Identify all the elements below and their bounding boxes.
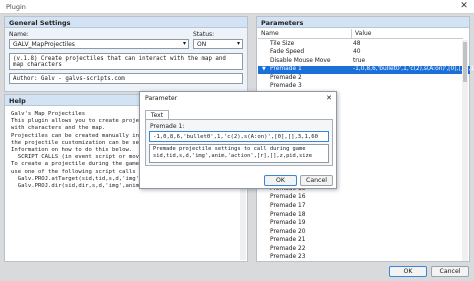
- ok-button[interactable]: OK: [389, 266, 427, 277]
- parameter-row[interactable]: Premade 18: [258, 211, 470, 220]
- parameter-name: Premade 1: [270, 66, 302, 73]
- parameter-name: Fade Speed: [270, 49, 305, 56]
- parameter-value: 40: [353, 49, 361, 56]
- parameter-name: Premade 22: [270, 245, 306, 252]
- parameter-row[interactable]: Premade 21: [258, 237, 470, 246]
- parameter-row[interactable]: Premade 23: [258, 254, 470, 263]
- premade-value-input[interactable]: -1,0,8,6,'bullet0',1,'c(2),s(A:on)',[0],…: [149, 131, 329, 142]
- parameters-scrollbar[interactable]: [462, 40, 468, 261]
- parameter-row[interactable]: Premade 20: [258, 228, 470, 237]
- name-label: Name:: [9, 31, 29, 38]
- parameter-name: Premade 3: [270, 83, 302, 90]
- parameters-scrollbar-thumb[interactable]: [463, 42, 467, 82]
- window-titlebar: Plugin ✕: [0, 0, 474, 14]
- window-close-icon[interactable]: ✕: [458, 1, 470, 12]
- plugin-name-value: GALV_MapProjectiles: [13, 41, 75, 48]
- parameter-row[interactable]: Tile Size 48: [258, 40, 470, 49]
- plugin-author-box: Author: Galv - galvs-scripts.com: [9, 73, 243, 84]
- status-select[interactable]: ON ▾: [193, 39, 243, 49]
- parameter-row[interactable]: Fade Speed 40: [258, 49, 470, 58]
- parameter-name: Premade 21: [270, 237, 306, 244]
- status-label: Status:: [193, 31, 215, 38]
- parameter-name: Premade 18: [270, 211, 306, 218]
- general-settings-panel: General Settings Name: GALV_MapProjectil…: [4, 16, 248, 92]
- parameter-description-box: Premade projectile settings to call duri…: [149, 144, 329, 163]
- parameter-name: Premade 23: [270, 254, 306, 261]
- parameter-row[interactable]: Premade 16: [258, 194, 470, 203]
- parameter-row[interactable]: Premade 2: [258, 74, 470, 83]
- parameter-name: Tile Size: [270, 40, 295, 47]
- parameter-value: -1,0,8,6,'bullet0',1,'c(2),s(A:on)',[0],…: [353, 66, 474, 73]
- field-label: Premade 1:: [150, 123, 185, 130]
- general-settings-header: General Settings: [5, 17, 247, 28]
- cancel-button[interactable]: Cancel: [431, 266, 469, 277]
- chevron-down-icon: ▾: [182, 40, 186, 47]
- column-header-name[interactable]: Name: [258, 29, 351, 39]
- parameter-name: Disable Mouse Move: [270, 57, 331, 64]
- parameter-name: Premade 17: [270, 202, 306, 209]
- parameter-row[interactable]: Disable Mouse Move true: [258, 57, 470, 66]
- dialog-close-icon[interactable]: ✕: [326, 94, 332, 102]
- parameter-value: true: [353, 57, 366, 64]
- parameter-row[interactable]: Premade 19: [258, 220, 470, 229]
- parameters-header: Parameters: [257, 17, 469, 28]
- parameter-row[interactable]: Premade 17: [258, 202, 470, 211]
- parameter-row[interactable]: ▼ Premade 1 -1,0,8,6,'bullet0',1,'c(2),s(A…: [258, 65, 474, 75]
- parameter-name: Premade 20: [270, 228, 306, 235]
- window-title: Plugin: [6, 3, 26, 11]
- plugin-description-box: (v.1.8) Create projectiles that can inte…: [9, 53, 243, 70]
- parameter-name: Premade 19: [270, 220, 306, 227]
- parameter-dialog: Parameter ✕ Text Premade 1: -1,0,8,6,'bu…: [139, 91, 337, 189]
- dialog-title: Parameter: [145, 95, 178, 102]
- plugin-name-select[interactable]: GALV_MapProjectiles ▾: [9, 39, 189, 49]
- parameter-row[interactable]: Premade 3: [258, 83, 470, 92]
- status-value: ON: [197, 41, 207, 48]
- chevron-down-icon: ▾: [236, 40, 240, 47]
- column-header-value[interactable]: Value: [351, 29, 463, 39]
- parameter-name: Premade 16: [270, 194, 306, 201]
- dialog-ok-button[interactable]: OK: [264, 175, 297, 186]
- dialog-cancel-button[interactable]: Cancel: [300, 175, 333, 186]
- expand-arrow-icon: ▼: [262, 65, 266, 72]
- parameter-name: Premade 2: [270, 74, 302, 81]
- parameter-row[interactable]: Premade 22: [258, 245, 470, 254]
- dialog-tab-body: Premade 1: -1,0,8,6,'bullet0',1,'c(2),s(…: [145, 119, 333, 166]
- parameter-value: 48: [353, 40, 361, 47]
